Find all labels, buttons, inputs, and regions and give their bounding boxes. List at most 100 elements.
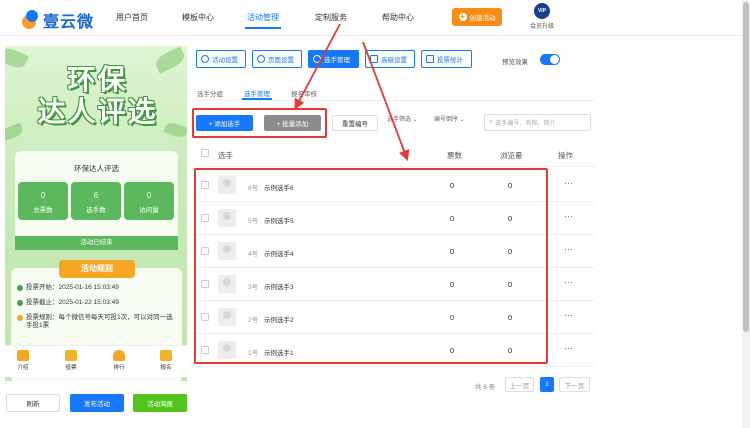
tab-signup[interactable]: 报名: [151, 350, 181, 371]
row-checkbox[interactable]: [201, 214, 209, 222]
preview-effect-toggle[interactable]: [540, 54, 560, 65]
more-actions-icon[interactable]: ···: [564, 178, 573, 188]
page-settings-button[interactable]: 页面设置: [252, 50, 302, 68]
page-number-current[interactable]: 1: [540, 377, 554, 392]
prev-page-button[interactable]: 上一页: [505, 377, 534, 392]
rule-item: 投票开始：2025-01-16 15:03:49: [17, 284, 177, 292]
player-votes: 0: [450, 313, 455, 322]
chart-icon: [426, 55, 434, 63]
row-checkbox[interactable]: [201, 313, 209, 321]
player-views: 0: [508, 247, 513, 256]
more-actions-icon[interactable]: ···: [564, 211, 573, 221]
vip-upgrade[interactable]: VIP 会员升级: [527, 3, 557, 30]
player-name: 示例选手1: [264, 350, 294, 357]
stat-player-count: 6 选手数: [71, 182, 121, 220]
player-name: 示例选手3: [264, 284, 294, 291]
intro-icon: [17, 350, 29, 361]
tab-ranking[interactable]: 排行: [104, 350, 134, 371]
tab-intro[interactable]: 介绍: [8, 350, 38, 371]
button-label: 投票统计: [437, 57, 463, 64]
next-page-button[interactable]: 下一页: [559, 377, 590, 392]
subtab-player-groups[interactable]: 选手分组: [197, 88, 223, 98]
page-icon: [257, 55, 265, 63]
nav-help-center[interactable]: 帮助中心: [382, 12, 414, 23]
player-number: 5号: [248, 218, 259, 225]
table-row[interactable]: 5号 示例选手5 0 0 ···: [195, 202, 595, 235]
player-views: 0: [508, 346, 513, 355]
column-header-votes: 票数: [447, 151, 462, 160]
page-scrollbar[interactable]: [742, 0, 750, 428]
table-row[interactable]: 1号 示例选手1 0 0 ···: [195, 334, 595, 367]
plus-icon: +: [458, 12, 467, 21]
rule-item: 投票截止：2025-01-22 15:03:49: [17, 299, 177, 307]
nav-user-home[interactable]: 用户首页: [116, 12, 148, 23]
batch-add-button[interactable]: + 批量添加: [264, 115, 321, 131]
player-filter-dropdown[interactable]: 选手筛选 ⌄: [387, 116, 418, 124]
activity-poster-button[interactable]: 活动海报: [133, 394, 187, 412]
button-label: 活动设置: [212, 57, 238, 64]
column-header-views: 浏览量: [500, 151, 523, 160]
row-checkbox[interactable]: [201, 247, 209, 255]
info-icon: [17, 315, 23, 321]
table-header-divider: [195, 166, 595, 167]
refresh-button[interactable]: 刷新: [6, 394, 60, 412]
subtab-player-management[interactable]: 选手管理: [244, 88, 270, 98]
create-activity-label: 创建活动: [469, 15, 496, 22]
player-votes: 0: [450, 181, 455, 190]
table-row[interactable]: 2号 示例选手2 0 0 ···: [195, 301, 595, 334]
stat-value: 6: [93, 191, 99, 200]
row-checkbox[interactable]: [201, 346, 209, 354]
player-number: 4号: [248, 251, 259, 258]
sort-label: 编号倒序: [434, 117, 459, 123]
brand-logo[interactable]: 壹云微: [20, 8, 94, 32]
search-placeholder: 选手编号、名称、简介: [495, 121, 556, 127]
more-actions-icon[interactable]: ···: [564, 343, 573, 353]
more-actions-icon[interactable]: ···: [564, 310, 573, 320]
select-all-checkbox[interactable]: [201, 149, 209, 157]
player-avatar: [218, 209, 236, 227]
tab-label: 介绍: [17, 365, 29, 371]
nav-template-center[interactable]: 模板中心: [182, 12, 214, 23]
preview-effect-label: 预览效果: [502, 59, 528, 66]
button-label: 页面设置: [268, 57, 294, 64]
player-views: 0: [508, 181, 513, 190]
nav-custom-service[interactable]: 定制服务: [315, 12, 347, 23]
poster-title-line1: 环保: [67, 63, 128, 96]
rule-item: 投票规则：每个微信号每天可投1次，可以对同一选手投1票: [17, 314, 177, 330]
player-search-input[interactable]: ⌕ 选手编号、名称、简介: [484, 114, 591, 131]
clock-icon: [17, 285, 23, 291]
publish-activity-button[interactable]: 发布活动: [70, 394, 124, 412]
player-management-button[interactable]: 选手管理: [308, 50, 359, 68]
reset-number-button[interactable]: 重置编号: [332, 115, 378, 131]
subtab-signup-review[interactable]: 报名审核: [291, 88, 317, 98]
table-row[interactable]: 4号 示例选手4 0 0 ···: [195, 235, 595, 268]
player-votes: 0: [450, 214, 455, 223]
row-checkbox[interactable]: [201, 181, 209, 189]
advanced-settings-button[interactable]: 高级设置: [365, 50, 415, 68]
tab-label: 排行: [113, 365, 125, 371]
pagination-total: 共 6 条: [475, 384, 496, 391]
create-activity-button[interactable]: + 创建活动: [452, 8, 502, 26]
mobile-preview: 环保 达人评选 环保达人评选 0 总票数 6 选手数 0 访问量 活动已结束 活…: [5, 46, 187, 381]
player-views: 0: [508, 313, 513, 322]
stat-label: 选手数: [86, 207, 106, 214]
scrollbar-thumb[interactable]: [743, 2, 749, 332]
leaf-decoration: [5, 122, 25, 142]
nav-activity-management[interactable]: 活动管理: [247, 12, 279, 23]
player-views: 0: [508, 280, 513, 289]
add-player-button[interactable]: + 添加选手: [196, 115, 253, 131]
nav-active-indicator: [245, 27, 281, 29]
table-row[interactable]: 6号 示例选手6 0 0 ···: [195, 169, 595, 202]
activity-settings-button[interactable]: 活动设置: [196, 50, 246, 68]
sort-dropdown[interactable]: 编号倒序 ⌄: [434, 116, 465, 124]
player-name: 示例选手6: [264, 185, 294, 192]
vote-statistics-button[interactable]: 投票统计: [421, 50, 472, 68]
tab-vote[interactable]: 投票: [56, 350, 86, 371]
more-actions-icon[interactable]: ···: [564, 244, 573, 254]
poster-title: 环保 达人评选: [25, 64, 170, 128]
user-icon: [313, 55, 321, 63]
table-row[interactable]: 3号 示例选手3 0 0 ···: [195, 268, 595, 301]
row-checkbox[interactable]: [201, 280, 209, 288]
settings-icon: [201, 55, 209, 63]
more-actions-icon[interactable]: ···: [564, 277, 573, 287]
